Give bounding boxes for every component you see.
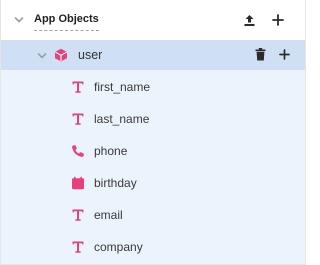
trash-icon[interactable]: [255, 48, 266, 61]
field-name: email: [94, 208, 123, 222]
field-name: company: [94, 240, 143, 254]
field-item-first-name[interactable]: first_name: [1, 71, 305, 103]
chevron-down-icon[interactable]: [14, 15, 24, 25]
add-object-icon[interactable]: [272, 14, 284, 26]
calendar-icon: [72, 176, 84, 190]
field-item-phone[interactable]: phone: [1, 135, 305, 167]
text-type-icon: [72, 241, 84, 253]
phone-icon: [72, 145, 84, 157]
section-title: App Objects: [34, 12, 99, 31]
object-name: user: [78, 48, 103, 62]
app-objects-panel: App Objects user first_name last_name ph…: [0, 0, 306, 265]
field-list: first_name last_name phone birthday emai…: [1, 70, 305, 264]
upload-icon[interactable]: [243, 14, 256, 27]
chevron-down-icon[interactable]: [37, 51, 47, 61]
field-name: phone: [94, 144, 128, 158]
field-item-last-name[interactable]: last_name: [1, 103, 305, 135]
field-item-email[interactable]: email: [1, 199, 305, 231]
text-type-icon: [72, 209, 84, 221]
field-name: last_name: [94, 112, 150, 126]
add-field-icon[interactable]: [279, 49, 290, 60]
text-type-icon: [72, 113, 84, 125]
field-name: first_name: [94, 80, 151, 94]
object-row-user[interactable]: user: [1, 40, 305, 70]
cube-icon: [55, 48, 67, 62]
field-item-birthday[interactable]: birthday: [1, 167, 305, 199]
text-type-icon: [72, 81, 84, 93]
field-name: birthday: [94, 176, 137, 190]
field-item-company[interactable]: company: [1, 231, 305, 263]
app-objects-header: App Objects: [0, 0, 306, 40]
